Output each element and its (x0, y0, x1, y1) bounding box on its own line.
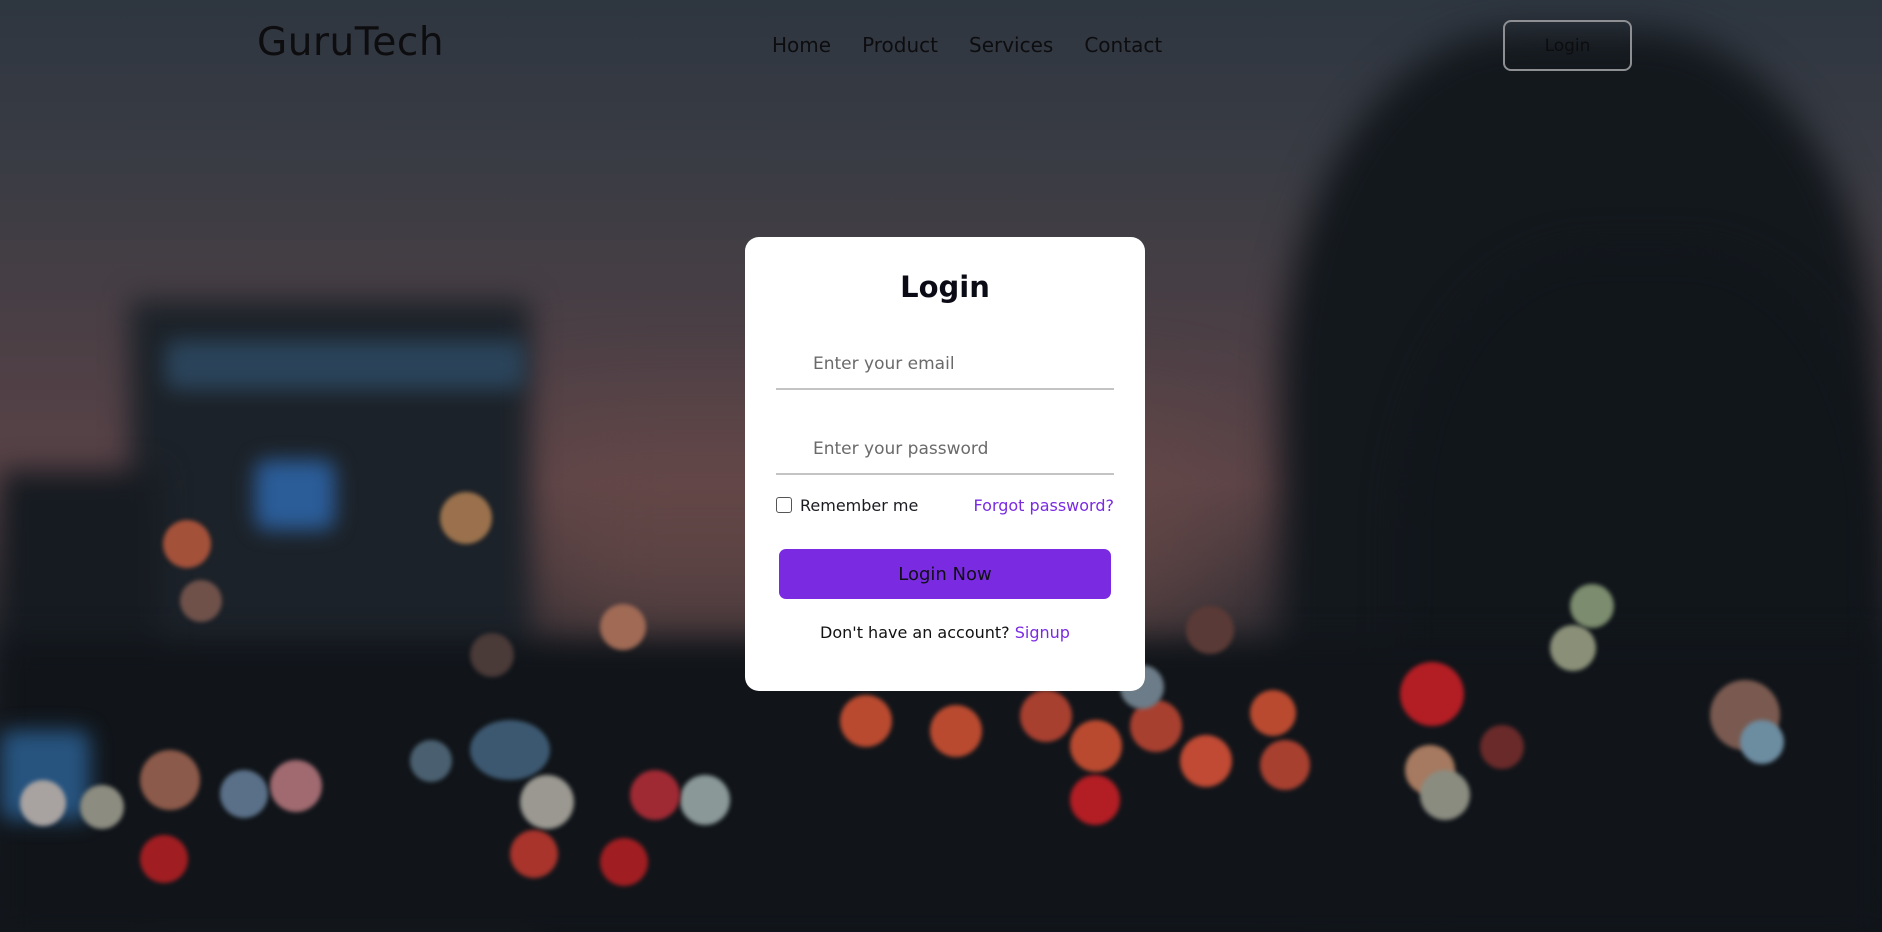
email-input[interactable] (776, 340, 1114, 388)
nav-login-button[interactable]: Login (1503, 20, 1632, 71)
login-title: Login (900, 270, 990, 304)
nav-product[interactable]: Product (862, 33, 938, 57)
email-field-wrapper (776, 340, 1114, 390)
remember-checkbox[interactable] (776, 497, 792, 513)
signup-row: Don't have an account? Signup (776, 623, 1114, 642)
forgot-password-link[interactable]: Forgot password? (974, 496, 1114, 515)
nav-contact[interactable]: Contact (1084, 33, 1162, 57)
nav-home[interactable]: Home (772, 33, 831, 57)
signup-prompt: Don't have an account? (820, 623, 1015, 642)
brand-logo[interactable]: GuruTech (257, 20, 444, 65)
login-now-button[interactable]: Login Now (779, 549, 1111, 599)
navbar: GuruTech Home Product Services Contact L… (0, 0, 1882, 90)
options-row: Remember me Forgot password? (776, 494, 1114, 516)
main-menu: Home Product Services Contact (772, 33, 1162, 57)
signup-link[interactable]: Signup (1015, 623, 1070, 642)
password-field-wrapper (776, 425, 1114, 475)
nav-services[interactable]: Services (969, 33, 1053, 57)
password-input[interactable] (776, 425, 1114, 473)
remember-label: Remember me (800, 495, 919, 515)
login-card: Login Remember me Forgot password? Login… (745, 237, 1145, 691)
remember-me[interactable]: Remember me (776, 496, 918, 515)
